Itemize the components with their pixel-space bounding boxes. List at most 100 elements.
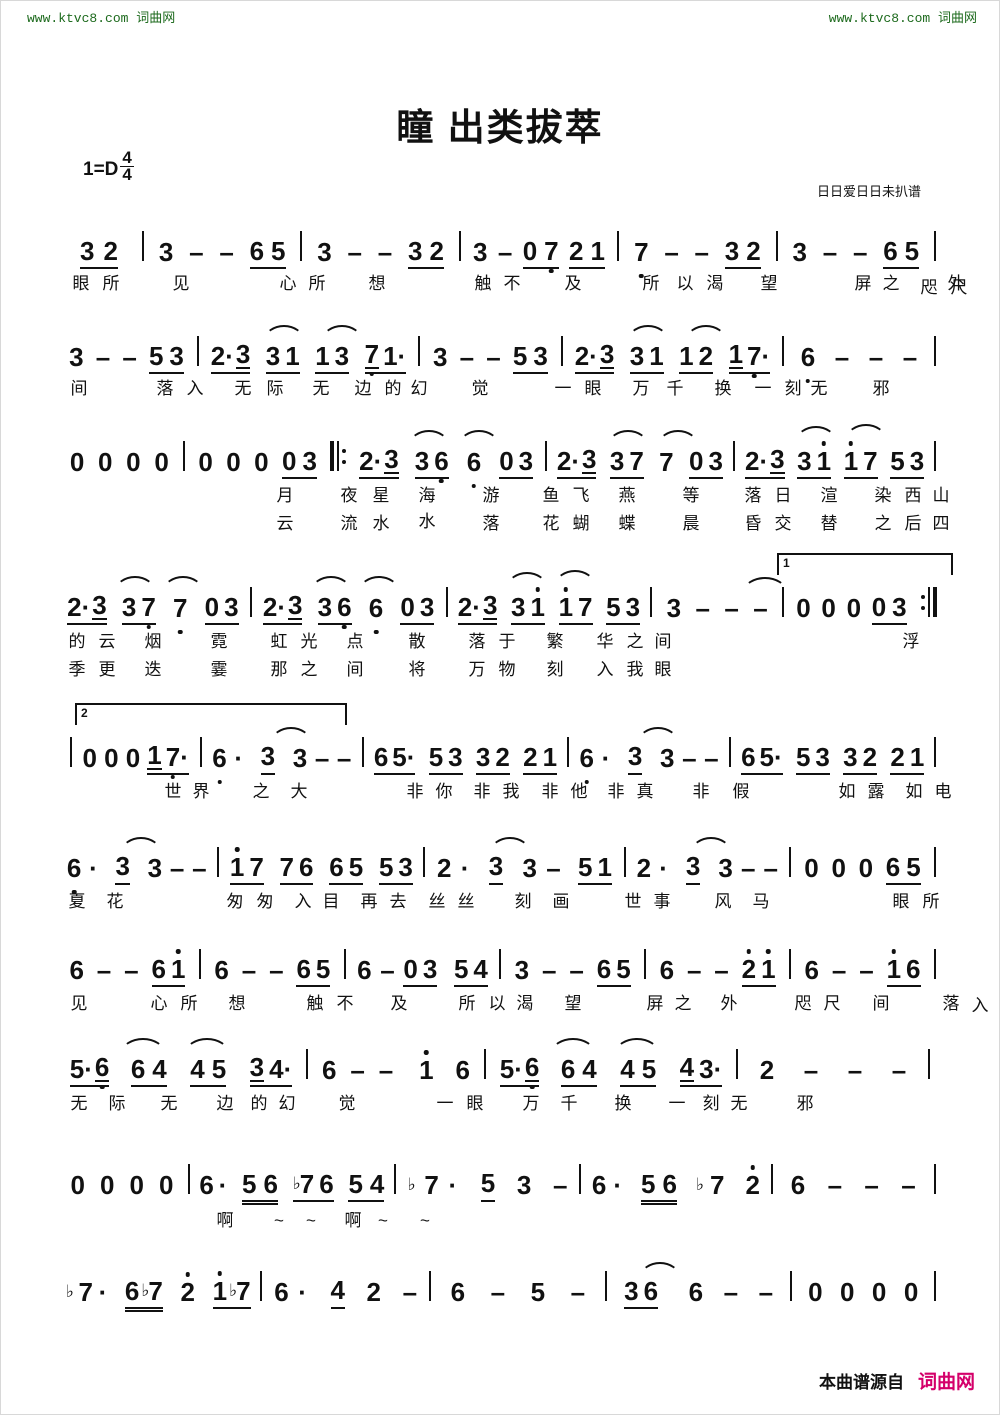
aug-dot: ·: [277, 592, 286, 622]
lyric: 物: [498, 660, 516, 679]
note: 3: [792, 237, 807, 267]
dash: –: [347, 237, 362, 267]
rest: 0: [689, 446, 704, 476]
note: 3: [475, 742, 491, 772]
note: 6: [373, 742, 389, 772]
note: 1: [285, 341, 300, 371]
beamed-group: 37: [609, 446, 644, 479]
lyrics-row: 啊 ~ ~ 啊 ~ ~: [63, 1212, 943, 1236]
volta-number: 1: [783, 556, 790, 570]
aug-dot: ·: [759, 446, 769, 476]
note: 5: [795, 742, 811, 772]
slur-icon: [743, 577, 788, 592]
beamed-group: 2 · 3: [210, 341, 251, 374]
measure: 3– – –: [659, 577, 788, 625]
measure: 2 · 3 37 7 03: [554, 430, 726, 479]
beamed-group: 21: [741, 949, 776, 987]
footer-brand[interactable]: 词曲网: [918, 1367, 975, 1394]
note: 6: [643, 1276, 659, 1306]
note: 7: [148, 1276, 163, 1306]
repeat-dots: [921, 587, 925, 617]
barline: [934, 847, 936, 877]
dash: –: [380, 955, 395, 985]
beamed-group: 6 5 ·: [741, 744, 783, 775]
slur-icon: [639, 1262, 680, 1277]
beamed-group-16th: 6 ♭ 7: [124, 1276, 163, 1312]
lyric: 眼: [654, 660, 672, 679]
note: 3: [685, 853, 701, 885]
rest: 0: [858, 853, 874, 883]
barline: [934, 737, 936, 767]
note: 7: [236, 1276, 251, 1306]
sheet-music-page: www.ktvc8.com 词曲网 www.ktvc8.com 词曲网 瞳 出类…: [0, 0, 1000, 1415]
note: 3: [582, 444, 597, 474]
lyric: 万: [632, 379, 650, 398]
slur-icon: [846, 424, 887, 439]
measure: 5 · 6 64 45 4 3 ·: [493, 1038, 729, 1089]
aug-dot: ·: [589, 341, 598, 371]
measure: 6 5 · 53 32 21: [738, 744, 927, 775]
note: 3: [334, 341, 350, 371]
measure: 32: [63, 238, 135, 269]
lyric: 电: [934, 782, 952, 801]
measure: 6 · 3 3 – –: [576, 727, 723, 784]
note: 7: [629, 446, 644, 476]
note: 6: [369, 595, 383, 634]
lyric: 之: [300, 660, 318, 679]
lyric: 替: [820, 514, 838, 533]
rest: 0: [400, 592, 415, 622]
lyric: 蝶: [618, 514, 636, 533]
measure: 2 · 3 31 17 53: [742, 424, 927, 479]
slur-icon: [163, 576, 203, 591]
note: 6: [801, 344, 815, 383]
note: 3: [627, 743, 643, 775]
note: 7: [544, 238, 559, 273]
lyric: 际: [108, 1094, 126, 1113]
lyric: 非: [406, 782, 424, 801]
note: 3: [522, 853, 537, 883]
lyric: 际: [266, 379, 284, 398]
note: 2: [746, 236, 761, 266]
note-row: 000 1 7 · 6 · 3 3 – – 6 5 · 53 32 21 6 · 3: [63, 727, 943, 784]
dash: –: [192, 853, 207, 883]
lyric: 眼: [72, 274, 90, 293]
beamed-group: 76: [279, 852, 314, 885]
note: 3: [317, 237, 332, 267]
lyric: 光: [300, 632, 318, 651]
dash: –: [402, 1277, 418, 1307]
beamed-group: 31: [265, 341, 300, 374]
note: 6: [659, 955, 675, 985]
beamed-group: 2 · 3: [574, 341, 615, 374]
beamed-group: 65: [296, 956, 331, 987]
slur-icon: [607, 430, 648, 445]
beamed-group: 5 · 6: [499, 1054, 540, 1089]
beamed-group: 36: [317, 594, 352, 629]
aug-dot: ·: [81, 592, 91, 622]
rest: 0: [871, 1277, 887, 1307]
aug-dot: ·: [298, 1277, 307, 1307]
lyric: 咫: [794, 994, 812, 1013]
note: 3: [770, 444, 785, 474]
beamed-group: 32: [843, 744, 878, 775]
beamed-group: 2 · 3: [67, 592, 107, 625]
note: 3: [625, 592, 641, 622]
note: 1: [315, 341, 330, 371]
note: 3: [69, 342, 84, 372]
note: 5: [512, 341, 528, 371]
aug-dot: ·: [571, 446, 581, 476]
note: 5: [578, 852, 593, 882]
note: 6: [299, 852, 314, 882]
barline: [933, 949, 936, 979]
barline: [770, 1164, 773, 1194]
watermark-right: www.ktvc8.com 词曲网: [828, 11, 977, 26]
slur-icon: [796, 426, 837, 441]
note: 6: [741, 742, 756, 772]
lyric: ~: [420, 1211, 430, 1230]
lyric: 丝: [428, 892, 446, 911]
note: 3: [121, 592, 137, 622]
beamed-group: 07: [522, 238, 559, 273]
repeat-start-barline: [329, 441, 349, 471]
note: 4: [679, 1052, 695, 1082]
lyric: 落: [156, 379, 174, 398]
lyric: 的: [68, 632, 86, 651]
